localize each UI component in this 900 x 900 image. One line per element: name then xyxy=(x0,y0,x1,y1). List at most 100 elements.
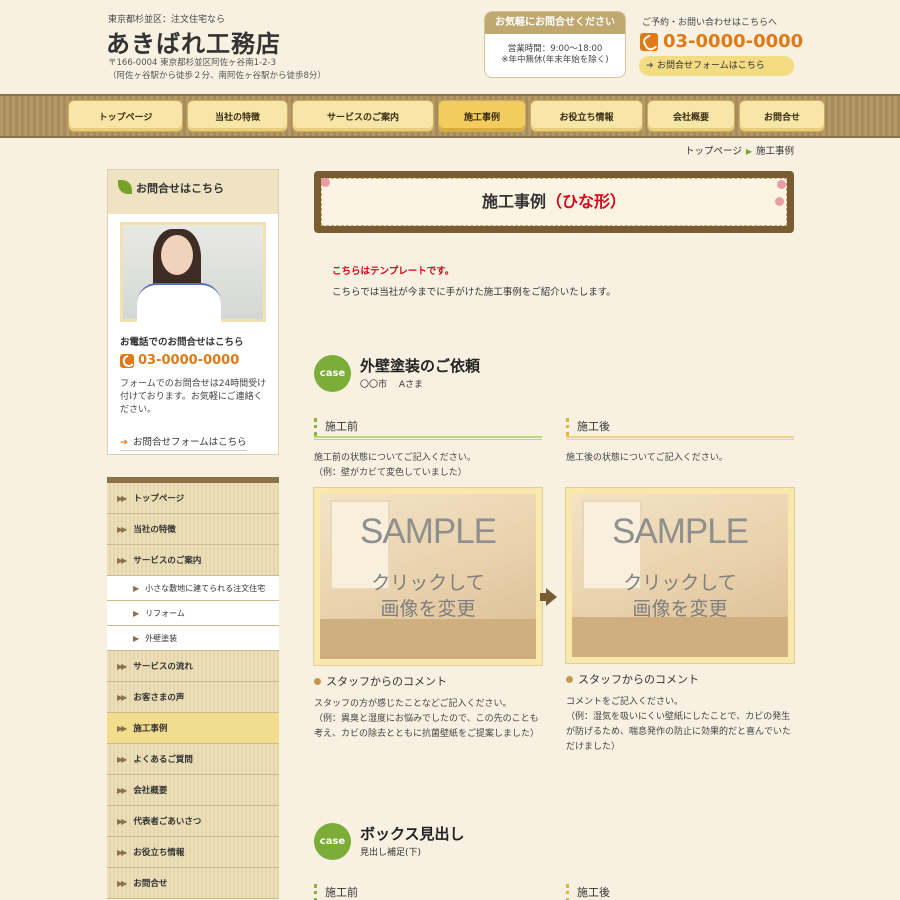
sidebar-item-label: 代表者ごあいさつ xyxy=(133,817,202,827)
double-chevron-icon: ▶▶ xyxy=(117,493,127,503)
nav-item-works[interactable]: 施工事例 xyxy=(438,100,526,132)
arrow-right-icon: ➜ xyxy=(646,61,654,71)
pin-icon xyxy=(321,178,330,187)
sidebar-item-label: 小さな敷地に建てられる注文住宅 xyxy=(145,583,266,593)
address-line-2: （阿佐ヶ谷駅から徒歩２分、南阿佐ヶ谷駅から徒歩8分） xyxy=(108,71,326,81)
breadcrumb-arrow-icon: ▶ xyxy=(745,147,752,156)
sidebar-item-label: お問合せ xyxy=(133,879,168,889)
before-comment: スタッフの方が感じたことなどご記入ください。 （例：異臭と湿度にお悩みでしたので… xyxy=(314,699,540,739)
sidebar-item-label: リフォーム xyxy=(145,608,185,618)
chevron-right-icon: ▶ xyxy=(133,583,140,593)
breadcrumb-home[interactable]: トップページ xyxy=(685,146,742,157)
sidebar-item-faq[interactable]: ▶▶ よくあるご質問 xyxy=(107,744,279,775)
sidebar-contact-header: お問合せはこちら xyxy=(108,170,278,214)
heading-underline xyxy=(314,436,542,440)
comment-heading-text: スタッフからのコメント xyxy=(578,673,699,686)
header-phone-number: 03-0000-0000 xyxy=(663,31,804,52)
sidebar-item-label: サービスの流れ xyxy=(133,662,193,672)
sidebar-item-label: お客さまの声 xyxy=(133,693,185,703)
page-title-main: 施工事例 xyxy=(481,192,546,211)
site-logo[interactable]: あきばれ工務店 xyxy=(106,24,281,59)
click-to-change-label: クリックして 画像を変更 xyxy=(623,572,737,620)
double-chevron-icon: ▶▶ xyxy=(117,524,127,534)
nav-item-top[interactable]: トップページ xyxy=(68,100,183,132)
sidebar-item-services[interactable]: ▶▶ サービスのご案内 xyxy=(107,545,279,576)
sidebar-subitem-small-house[interactable]: ▶ 小さな敷地に建てられる注文住宅 xyxy=(107,576,279,601)
sidebar-subitem-painting[interactable]: ▶ 外壁塗装 xyxy=(107,626,279,651)
sidebar-item-top[interactable]: ▶▶ トップページ xyxy=(107,483,279,514)
closed-text: ※年中無休(年末年始を除く) xyxy=(501,55,609,65)
double-chevron-icon: ▶▶ xyxy=(117,661,127,671)
photo-body xyxy=(137,283,221,323)
chevron-right-icon: ▶ xyxy=(133,608,140,618)
site-header: 東京都杉並区：注文住宅なら あきばれ工務店 〒166-0004 東京都杉並区阿佐… xyxy=(0,0,900,94)
sidebar-item-tips[interactable]: ▶▶ お役立ち情報 xyxy=(107,837,279,868)
case-1-after: 施工後 施工後の状態についてご記入ください。 SAMPLE クリックして 画像を… xyxy=(566,418,794,755)
page-title-note: （ひな形） xyxy=(546,192,627,211)
double-chevron-icon: ▶▶ xyxy=(117,847,127,857)
pin-icon xyxy=(777,180,786,189)
case-subtitle: 見出し補足(下) xyxy=(360,848,422,858)
header-phone[interactable]: 03-0000-0000 xyxy=(640,31,803,52)
click-to-change-label: クリックして 画像を変更 xyxy=(371,572,485,620)
sidebar-phone[interactable]: 03-0000-0000 xyxy=(120,353,239,368)
nav-item-tips[interactable]: お役立ち情報 xyxy=(530,100,643,132)
header-form-button[interactable]: ➜ お問合せフォームはこちら xyxy=(639,56,794,76)
phone-icon xyxy=(120,353,134,368)
sidebar-item-works[interactable]: ▶▶ 施工事例 xyxy=(107,713,279,744)
double-chevron-icon: ▶▶ xyxy=(117,785,127,795)
page-title-box: 施工事例（ひな形） xyxy=(314,171,794,233)
sidebar-item-flow[interactable]: ▶▶ サービスの流れ xyxy=(107,651,279,682)
nav-item-contact[interactable]: お問合せ xyxy=(739,100,825,132)
room-floor xyxy=(572,617,788,657)
nav-item-features[interactable]: 当社の特徴 xyxy=(187,100,288,132)
sidebar-item-greeting[interactable]: ▶▶ 代表者ごあいさつ xyxy=(107,806,279,837)
bullet-icon xyxy=(566,676,573,683)
case-1-before: 施工前 施工前の状態についてご記入ください。 （例：壁がカビて変色していました）… xyxy=(314,418,542,742)
case-title: 外壁塗装のご依頼 xyxy=(360,357,481,375)
case-badge: case xyxy=(314,355,351,392)
cta-caption: ご予約・お問い合わせはこちらへ xyxy=(642,18,778,28)
double-chevron-icon: ▶▶ xyxy=(117,555,127,565)
contact-hours-box: お気軽にお問合せください 営業時間：9:00～18:00 ※年中無休(年末年始を… xyxy=(484,11,626,78)
address-line-1: 〒166-0004 東京都杉並区阿佐ヶ谷南1-2-3 xyxy=(108,58,276,68)
chevron-right-icon: ▶ xyxy=(133,633,140,643)
photo-face xyxy=(161,235,193,275)
before-heading: 施工前 xyxy=(314,884,542,900)
nav-item-services[interactable]: サービスのご案内 xyxy=(292,100,434,132)
case-header-1: case 外壁塗装のご依頼 〇〇市 Aさま xyxy=(314,355,794,395)
sidebar-item-company[interactable]: ▶▶ 会社概要 xyxy=(107,775,279,806)
double-chevron-icon: ▶▶ xyxy=(117,754,127,764)
hours-text: 営業時間：9:00～18:00 xyxy=(507,44,603,54)
page-title: 施工事例（ひな形） xyxy=(321,178,787,226)
header-form-label: お問合せフォームはこちら xyxy=(657,61,765,71)
staff-photo xyxy=(120,222,266,323)
sidebar-item-label: よくあるご質問 xyxy=(133,755,193,765)
before-image[interactable]: SAMPLE クリックして 画像を変更 xyxy=(314,488,542,665)
sample-label: SAMPLE xyxy=(612,512,749,551)
sidebar-item-label: トップページ xyxy=(133,494,185,504)
double-chevron-icon: ▶▶ xyxy=(117,692,127,702)
header-address: 〒166-0004 東京都杉並区阿佐ヶ谷南1-2-3 （阿佐ヶ谷駅から徒歩２分、… xyxy=(108,57,326,83)
sidebar-item-label: 当社の特徴 xyxy=(133,525,176,535)
after-image[interactable]: SAMPLE クリックして 画像を変更 xyxy=(566,488,794,663)
double-chevron-icon: ▶▶ xyxy=(117,878,127,888)
sidebar-form-link[interactable]: ➜ お問合せフォームはこちら xyxy=(120,434,247,451)
case-2-after: 施工後 xyxy=(566,884,794,900)
double-chevron-icon: ▶▶ xyxy=(117,723,127,733)
case-badge: case xyxy=(314,823,351,860)
sidebar-item-contact[interactable]: ▶▶ お問合せ xyxy=(107,868,279,899)
bullet-icon xyxy=(314,678,321,685)
before-description: 施工前の状態についてご記入ください。 （例：壁がカビて変色していました） xyxy=(314,453,476,478)
after-heading: 施工後 xyxy=(566,884,794,900)
breadcrumb: トップページ ▶ 施工事例 xyxy=(685,143,794,157)
intro-text: こちらでは当社が今までに手がけた施工事例をご紹介いたします。 xyxy=(332,287,616,298)
case-2-before: 施工前 xyxy=(314,884,542,900)
template-notice: こちらはテンプレートです。 xyxy=(332,266,455,277)
sidebar-item-label: 会社概要 xyxy=(133,786,168,796)
sidebar-subitem-reform[interactable]: ▶ リフォーム xyxy=(107,601,279,626)
after-comment: コメントをご記入ください。 （例：湿気を吸いにくい壁紙にしたことで、カビの発生が… xyxy=(566,697,792,752)
sidebar-item-features[interactable]: ▶▶ 当社の特徴 xyxy=(107,514,279,545)
nav-item-company[interactable]: 会社概要 xyxy=(647,100,735,132)
sidebar-item-voices[interactable]: ▶▶ お客さまの声 xyxy=(107,682,279,713)
